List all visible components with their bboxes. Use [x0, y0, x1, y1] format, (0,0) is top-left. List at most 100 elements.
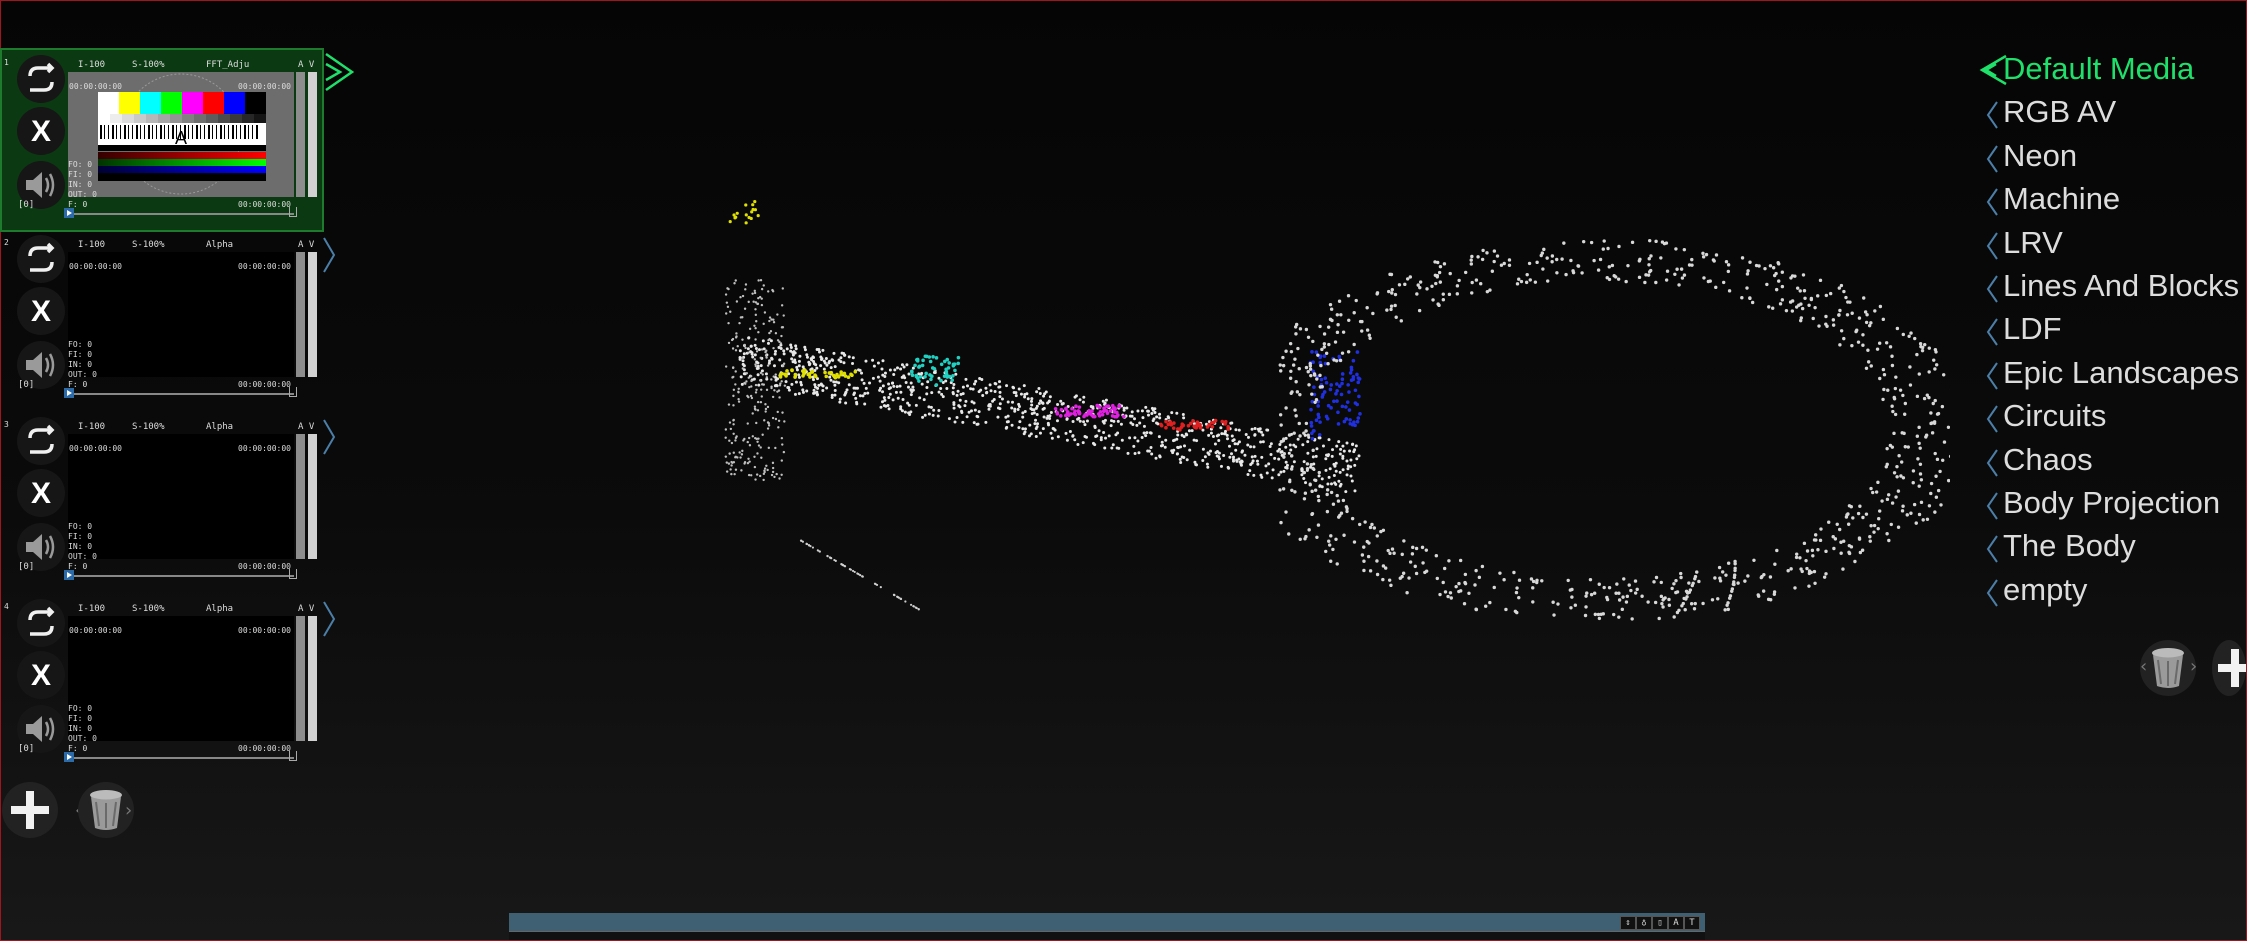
- point: [843, 565, 847, 568]
- layer-2[interactable]: 2 X I-100 S-100% Alpha A V 00:00:00:00 0…: [2, 230, 336, 410]
- point: [893, 593, 896, 597]
- timeline-track[interactable]: [509, 931, 1705, 940]
- layer-1[interactable]: 1 X I-100 S-100% FFT_Adju A V A 00:00:00…: [0, 48, 355, 232]
- media-bank-item[interactable]: Default Media: [2003, 51, 2194, 91]
- expand-arrow-icon[interactable]: [322, 236, 336, 278]
- point: [1175, 411, 1179, 415]
- speed-value[interactable]: S-100%: [132, 604, 165, 614]
- end-marker[interactable]: [289, 569, 297, 579]
- media-bank-item[interactable]: Machine: [1986, 181, 2120, 221]
- scrub-bar[interactable]: [68, 393, 294, 395]
- play-button[interactable]: [64, 388, 74, 398]
- av-toggle[interactable]: A V: [298, 60, 314, 70]
- loop-button[interactable]: [16, 54, 66, 104]
- media-bank-item[interactable]: Chaos: [1986, 442, 2093, 482]
- effect-name[interactable]: Alpha: [206, 422, 233, 432]
- av-toggle[interactable]: A V: [298, 422, 314, 432]
- play-button[interactable]: [64, 752, 74, 762]
- point: [932, 408, 936, 412]
- close-layer-button[interactable]: X: [16, 286, 66, 336]
- intensity-value[interactable]: I-100: [78, 240, 105, 250]
- end-marker[interactable]: [289, 751, 297, 761]
- close-layer-button[interactable]: X: [16, 468, 66, 518]
- effect-name[interactable]: Alpha: [206, 240, 233, 250]
- media-bank-item[interactable]: Lines And Blocks: [1986, 268, 2239, 308]
- end-marker[interactable]: [289, 207, 297, 217]
- loop-button[interactable]: [16, 234, 66, 284]
- point: [753, 465, 757, 469]
- point: [734, 439, 737, 442]
- av-toggle[interactable]: A V: [298, 240, 314, 250]
- av-toggle[interactable]: A V: [298, 604, 314, 614]
- point: [735, 332, 738, 335]
- point: [1659, 580, 1663, 585]
- point: [759, 400, 763, 404]
- speed-value[interactable]: S-100%: [132, 240, 165, 250]
- add-media-button[interactable]: [2212, 640, 2246, 696]
- media-bank-item[interactable]: RGB AV: [1986, 94, 2116, 134]
- layer-3[interactable]: 3 X I-100 S-100% Alpha A V 00:00:00:00 0…: [2, 412, 336, 592]
- close-layer-button[interactable]: X: [16, 650, 66, 700]
- effect-name[interactable]: Alpha: [206, 604, 233, 614]
- timeline-button[interactable]: A: [1668, 916, 1684, 930]
- media-bank-item[interactable]: empty: [1986, 572, 2087, 612]
- media-bank-item[interactable]: The Body: [1986, 528, 2136, 568]
- timeline-button[interactable]: ▯: [1652, 916, 1668, 930]
- timeline-button[interactable]: T: [1684, 916, 1700, 930]
- speed-value[interactable]: S-100%: [132, 60, 165, 70]
- point: [832, 380, 836, 384]
- point: [1316, 494, 1321, 499]
- speed-value[interactable]: S-100%: [132, 422, 165, 432]
- point: [728, 220, 732, 224]
- point: [1250, 455, 1254, 459]
- point: [764, 354, 768, 357]
- intensity-value[interactable]: I-100: [78, 604, 105, 614]
- close-layer-button[interactable]: X: [16, 106, 66, 156]
- point: [985, 390, 989, 394]
- media-bank-item[interactable]: Circuits: [1986, 398, 2106, 438]
- intensity-value[interactable]: I-100: [78, 422, 105, 432]
- media-bank-item[interactable]: LRV: [1986, 225, 2063, 265]
- media-bank-item[interactable]: LDF: [1986, 311, 2062, 351]
- scrub-bar[interactable]: [68, 575, 294, 577]
- point: [1881, 317, 1886, 322]
- media-bank-item[interactable]: Body Projection: [1986, 485, 2220, 525]
- point: [1198, 425, 1203, 430]
- layer-4[interactable]: 4 X I-100 S-100% Alpha A V 00:00:00:00 0…: [2, 594, 336, 774]
- media-bank-item[interactable]: Epic Landscapes: [1986, 355, 2239, 395]
- point: [1798, 556, 1802, 560]
- loop-button[interactable]: [16, 416, 66, 466]
- point: [766, 427, 770, 430]
- media-bank-item[interactable]: Neon: [1986, 138, 2077, 178]
- point: [953, 420, 957, 424]
- play-button[interactable]: [64, 208, 74, 218]
- point: [1872, 530, 1876, 534]
- level-meter-left: [296, 616, 305, 741]
- expand-arrow-icon[interactable]: [322, 50, 358, 98]
- point: [1041, 427, 1045, 431]
- scrub-bar[interactable]: [68, 213, 294, 215]
- point: [1093, 424, 1097, 428]
- intensity-value[interactable]: I-100: [78, 60, 105, 70]
- expand-arrow-icon[interactable]: [322, 418, 336, 460]
- point: [1017, 402, 1021, 406]
- loop-button[interactable]: [16, 598, 66, 648]
- end-marker[interactable]: [289, 387, 297, 397]
- timeline-button[interactable]: ⇕: [1620, 916, 1636, 930]
- trash-icon: [90, 790, 122, 830]
- effect-name[interactable]: FFT_Adju: [206, 60, 249, 70]
- delete-media-button[interactable]: [2140, 640, 2196, 696]
- point: [1018, 420, 1022, 424]
- play-button[interactable]: [64, 570, 74, 580]
- add-layer-button[interactable]: [2, 782, 58, 838]
- point: [1346, 350, 1351, 354]
- timeline-button[interactable]: ♁: [1636, 916, 1652, 930]
- point-cloud-viewport[interactable]: [700, 200, 1950, 700]
- point: [1317, 432, 1322, 437]
- timeline-bar[interactable]: [509, 913, 1705, 931]
- point: [1886, 388, 1890, 392]
- point: [939, 362, 944, 367]
- scrub-bar[interactable]: [68, 757, 294, 759]
- expand-arrow-icon[interactable]: [322, 600, 336, 642]
- point: [1278, 363, 1282, 367]
